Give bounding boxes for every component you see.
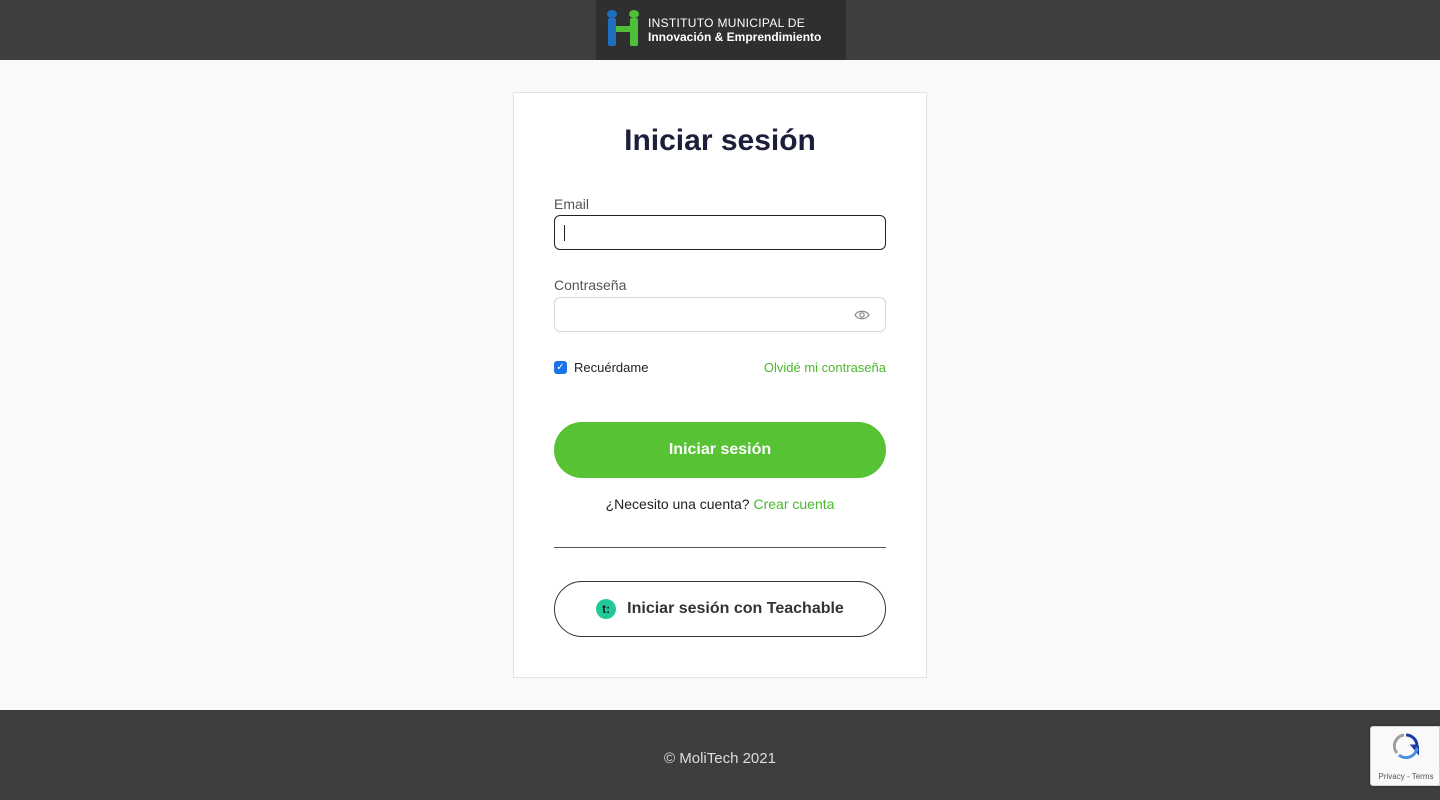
teachable-icon: t:: [596, 599, 617, 619]
remember-checkbox[interactable]: ✓: [554, 361, 567, 374]
checkmark-icon: ✓: [556, 362, 565, 373]
logo-line-2: Innovación & Emprendimiento: [648, 30, 822, 44]
eye-icon[interactable]: [854, 309, 870, 321]
logo-text: INSTITUTO MUNICIPAL DE Innovación & Empr…: [648, 16, 821, 44]
logo-mark-icon: [606, 10, 642, 50]
password-label: Contraseña: [554, 277, 627, 293]
password-field[interactable]: [554, 297, 886, 332]
create-account-link[interactable]: Crear cuenta: [753, 496, 834, 512]
divider: [554, 547, 886, 548]
email-field[interactable]: [554, 215, 886, 250]
institute-logo[interactable]: INSTITUTO MUNICIPAL DE Innovación & Empr…: [596, 0, 846, 60]
logo-line-1: INSTITUTO MUNICIPAL DE: [648, 16, 806, 30]
recaptcha-icon: [1393, 733, 1419, 760]
signup-prompt-text: ¿Necesito una cuenta?: [605, 496, 750, 512]
top-bar: INSTITUTO MUNICIPAL DE Innovación & Empr…: [0, 0, 1440, 60]
teachable-login-label: Iniciar sesión con Teachable: [627, 600, 844, 617]
remember-me[interactable]: ✓ Recuérdame: [554, 360, 648, 375]
text-caret: [564, 225, 565, 241]
forgot-password-link[interactable]: Olvidé mi contraseña: [726, 360, 886, 375]
login-button[interactable]: Iniciar sesión: [554, 422, 886, 478]
remember-label: Recuérdame: [574, 360, 649, 375]
recaptcha-badge[interactable]: Privacy - Terms: [1370, 726, 1440, 786]
recaptcha-links[interactable]: Privacy - Terms: [1371, 772, 1440, 781]
email-label: Email: [554, 196, 590, 212]
page-title: Iniciar sesión: [624, 124, 816, 157]
teachable-login-button[interactable]: t: Iniciar sesión con Teachable: [554, 581, 886, 637]
copyright: © MoliTech 2021: [664, 750, 776, 767]
signup-prompt: ¿Necesito una cuenta? Crear cuenta: [0, 496, 1440, 512]
